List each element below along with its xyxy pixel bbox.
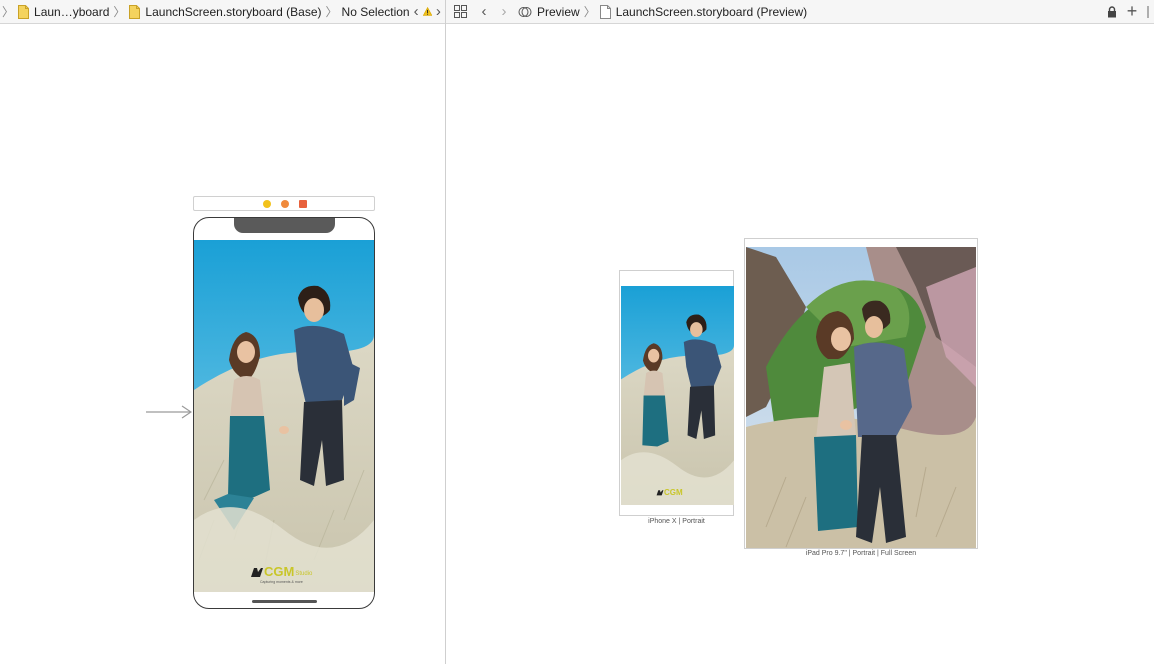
couple-photo-small	[621, 286, 734, 505]
breadcrumb-selection-label: No Selection	[341, 4, 410, 19]
storyboard-file-icon	[129, 4, 141, 19]
launch-image: CGM Studio Capturing moments & more	[194, 240, 374, 592]
breadcrumb-preview-file-label: LaunchScreen.storyboard (Preview)	[615, 4, 808, 19]
breadcrumb-file[interactable]: LaunchScreen.storyboard (Base)	[129, 0, 322, 24]
exit-icon[interactable]	[299, 200, 307, 208]
iphone-x-scene[interactable]: CGM Studio Capturing moments & more	[193, 217, 375, 609]
couple-photo-cliff	[746, 247, 976, 548]
plus-icon: +	[1126, 1, 1138, 21]
lock-icon	[1108, 5, 1116, 17]
storyboard-file-icon	[18, 4, 30, 19]
lock-button[interactable]	[1102, 0, 1122, 24]
breadcrumb-project-label: Laun…yboard	[34, 4, 110, 19]
breadcrumb-file-label: LaunchScreen.storyboard (Base)	[145, 4, 322, 19]
view-controller-icon[interactable]	[263, 200, 271, 208]
device-notch	[234, 218, 335, 233]
go-forward-button[interactable]: ›	[494, 0, 514, 24]
logo-tagline: Capturing moments & more	[260, 580, 303, 584]
related-items-button[interactable]	[450, 0, 470, 24]
scene-dock[interactable]	[193, 196, 375, 211]
chevron-right-icon: 〉	[583, 5, 596, 19]
breadcrumb-selection[interactable]: No Selection	[342, 0, 410, 24]
logo-subtext: Studio	[295, 570, 313, 577]
chevron-right-icon: ›	[501, 3, 507, 20]
storyboard-canvas[interactable]: CGM Studio Capturing moments & more	[0, 25, 445, 664]
right-jump-bar: ‹ › Preview 〉 LaunchScreen.storyboard (P…	[446, 0, 1154, 24]
ipad-preview[interactable]	[744, 238, 978, 549]
photographer-logo-icon	[656, 490, 664, 496]
logo-text: CGM	[264, 564, 295, 579]
logo-text-small: CGM	[664, 488, 683, 497]
breadcrumb-preview-file[interactable]: LaunchScreen.storyboard (Preview)	[599, 0, 808, 24]
go-back-button[interactable]: ‹	[474, 0, 494, 24]
iphone-preview-image: CGM	[621, 286, 734, 505]
first-responder-icon[interactable]	[281, 200, 289, 208]
issue-back-button[interactable]: ‹	[410, 0, 423, 24]
chevron-right-icon: 〉	[2, 5, 15, 19]
add-editor-button[interactable]: +	[1122, 0, 1142, 24]
breadcrumb-preview[interactable]: Preview	[518, 0, 580, 24]
home-indicator	[252, 600, 317, 603]
grid-icon	[453, 5, 467, 18]
ipad-preview-label: iPad Pro 9.7" | Portrait | Full Screen	[805, 550, 917, 557]
issue-forward-button[interactable]: ›	[432, 0, 445, 24]
studio-logo-small: CGM	[656, 488, 683, 497]
split-icon	[1147, 5, 1149, 18]
breadcrumb-project[interactable]: Laun…yboard	[18, 0, 109, 24]
preview-icon	[518, 6, 532, 17]
iphone-x-preview[interactable]: CGM	[619, 270, 734, 516]
chevron-left-icon: ‹	[413, 3, 419, 20]
chevron-right-icon: 〉	[113, 5, 126, 19]
initial-view-controller-arrow-icon[interactable]	[146, 405, 192, 419]
studio-logo: CGM Studio	[250, 564, 312, 579]
chevron-right-icon: 〉	[325, 5, 338, 19]
chevron-left-icon: ‹	[481, 3, 487, 20]
document-icon	[599, 4, 611, 19]
close-editor-button[interactable]	[1142, 0, 1154, 24]
left-jump-bar: 〉 Laun…yboard 〉 LaunchScreen.storyboard …	[0, 0, 445, 24]
couple-photo	[194, 240, 374, 592]
xcode-storyboard-editor: 〉 Laun…yboard 〉 LaunchScreen.storyboard …	[0, 0, 1154, 664]
photographer-logo-icon	[251, 567, 263, 577]
warning-triangle-icon[interactable]	[422, 5, 432, 18]
ipad-preview-image	[746, 247, 976, 548]
chevron-right-icon: ›	[435, 3, 441, 20]
breadcrumb-preview-label: Preview	[537, 4, 580, 19]
iphone-preview-label: iPhone X | Portrait	[648, 518, 705, 525]
preview-canvas[interactable]: CGM iPhone X | Portrait iPad Pro 9.7" | …	[446, 25, 1154, 664]
